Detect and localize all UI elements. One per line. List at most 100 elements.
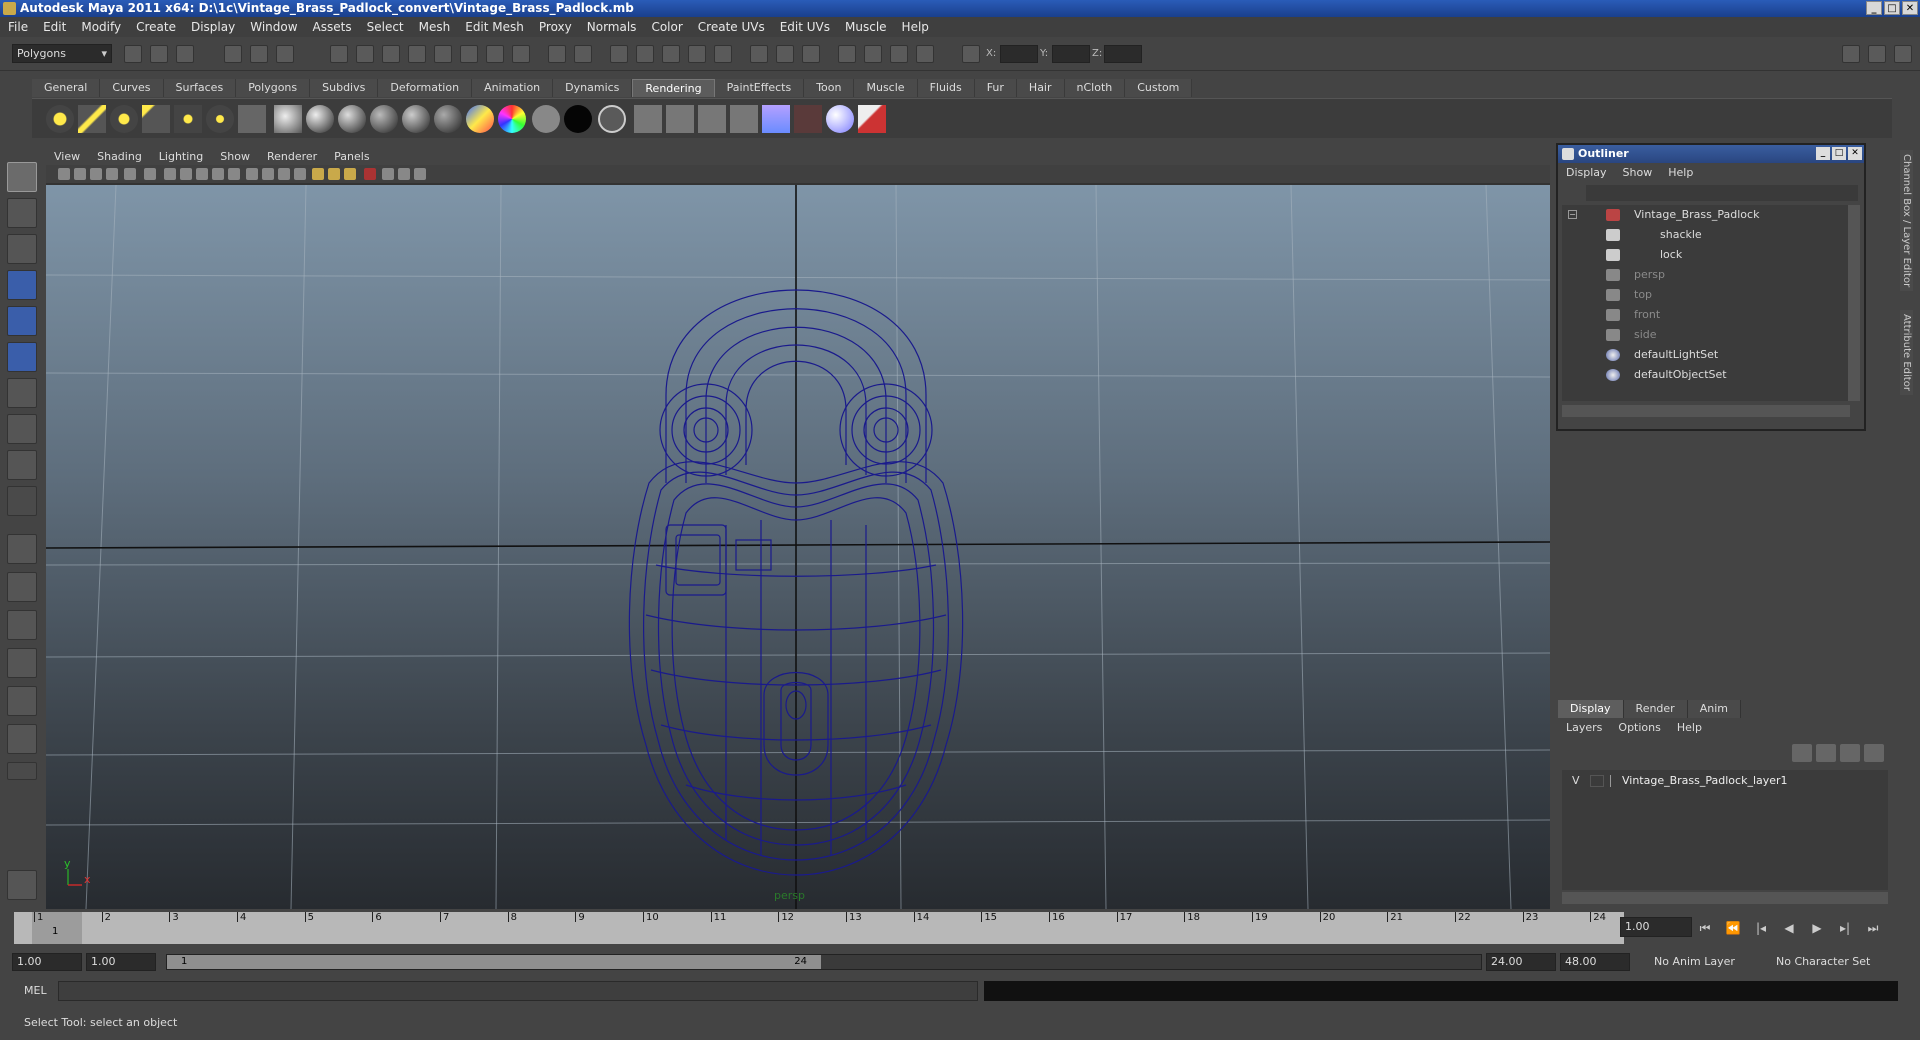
history-icon[interactable] (750, 45, 768, 63)
anim-layer-dropdown[interactable]: No Anim Layer (1650, 953, 1758, 971)
menu-proxy[interactable]: Proxy (539, 20, 572, 34)
render-view-shelf-icon[interactable] (634, 105, 662, 133)
menu-edit-mesh[interactable]: Edit Mesh (465, 20, 524, 34)
soft-modification-icon[interactable] (7, 414, 37, 444)
snap-view-plane-icon[interactable] (688, 45, 706, 63)
character-set-dropdown[interactable]: No Character Set (1772, 953, 1880, 971)
step-forward-frame-icon[interactable]: ▸| (1834, 919, 1856, 937)
open-scene-icon[interactable] (150, 45, 168, 63)
camera-icon[interactable] (238, 105, 266, 133)
rotate-tool-icon[interactable] (7, 306, 37, 336)
outliner-item[interactable]: shackle (1562, 225, 1850, 245)
menu-normals[interactable]: Normals (587, 20, 637, 34)
shelf-tab-rendering[interactable]: Rendering (632, 79, 715, 97)
play-forwards-icon[interactable]: ▶ (1806, 919, 1828, 937)
viewport-canvas[interactable]: y x (46, 185, 1550, 909)
menu-modify[interactable]: Modify (81, 20, 121, 34)
film-gate-icon[interactable] (144, 168, 156, 180)
shelf-tab-toon[interactable]: Toon (804, 79, 855, 97)
bookmark-icon[interactable] (90, 168, 102, 180)
outliner-vertical-scrollbar[interactable] (1848, 205, 1860, 401)
input-field-mode-icon[interactable] (962, 45, 980, 63)
render-current-icon[interactable] (864, 45, 882, 63)
range-slider[interactable]: 1 24 (166, 954, 1482, 970)
outliner-filter-field[interactable] (1586, 185, 1858, 201)
attribute-editor-tab[interactable]: Attribute Editor (1900, 310, 1913, 395)
move-tool-icon[interactable] (7, 270, 37, 300)
layered-shader-icon[interactable] (466, 105, 494, 133)
layer-row[interactable]: V Vintage_Brass_Padlock_layer1 (1564, 772, 1884, 790)
render-current-shelf-icon[interactable] (666, 105, 694, 133)
shelf-tab-painteffects[interactable]: PaintEffects (714, 79, 805, 97)
outliner-item[interactable]: persp (1562, 265, 1850, 285)
layer-menu-help[interactable]: Help (1677, 721, 1702, 734)
menu-create[interactable]: Create (136, 20, 176, 34)
use-all-lights-icon[interactable] (328, 168, 340, 180)
outliner-maximize-button[interactable]: □ (1832, 147, 1846, 160)
use-default-lighting-icon[interactable] (312, 168, 324, 180)
select-misc-icon[interactable] (512, 45, 530, 63)
outliner-item[interactable]: side (1562, 325, 1850, 345)
select-handles-icon[interactable] (330, 45, 348, 63)
ramp-shader-icon[interactable] (498, 105, 526, 133)
phong-material-icon[interactable] (370, 105, 398, 133)
xray-joints-icon[interactable] (398, 168, 410, 180)
select-hierarchy-icon[interactable] (224, 45, 242, 63)
field-chart-icon[interactable] (196, 168, 208, 180)
z-field[interactable] (1104, 45, 1142, 63)
ipr-render-icon[interactable] (890, 45, 908, 63)
outliner-horizontal-scrollbar[interactable] (1562, 405, 1850, 417)
menu-edit[interactable]: Edit (43, 20, 66, 34)
vp-menu-show[interactable]: Show (220, 150, 250, 163)
layer-menu-options[interactable]: Options (1618, 721, 1660, 734)
shelf-tab-animation[interactable]: Animation (472, 79, 554, 97)
show-manipulator-icon[interactable] (7, 450, 37, 480)
layer-color-swatch[interactable] (1610, 775, 1620, 787)
layer-tab-render[interactable]: Render (1623, 700, 1688, 718)
outliner-minimize-button[interactable]: _ (1816, 147, 1830, 160)
layer-visibility-toggle[interactable]: V (1572, 772, 1580, 790)
create-empty-layer-icon[interactable] (1840, 744, 1860, 762)
select-dynamics-icon[interactable] (460, 45, 478, 63)
outliner-menu-display[interactable]: Display (1566, 166, 1607, 179)
gate-mask-icon[interactable] (180, 168, 192, 180)
menu-muscle[interactable]: Muscle (845, 20, 887, 34)
mel-label[interactable]: MEL (24, 984, 47, 997)
grid-toggle-icon[interactable] (124, 168, 136, 180)
shelf-tab-polygons[interactable]: Polygons (236, 79, 311, 97)
safe-action-icon[interactable] (212, 168, 224, 180)
select-tool-icon[interactable] (7, 162, 37, 192)
lambert-material-icon[interactable] (306, 105, 334, 133)
select-joints-icon[interactable] (356, 45, 374, 63)
use-background-icon[interactable] (564, 105, 592, 133)
render-view-icon[interactable] (838, 45, 856, 63)
outliner-item[interactable]: front (1562, 305, 1850, 325)
snap-curve-icon[interactable] (636, 45, 654, 63)
ambient-light-icon[interactable] (46, 105, 74, 133)
outliner-persp-layout-icon[interactable] (7, 610, 37, 640)
go-to-start-icon[interactable]: ⏮ (1694, 919, 1716, 937)
vp-menu-view[interactable]: View (54, 150, 80, 163)
menu-file[interactable]: File (8, 20, 28, 34)
smooth-shade-icon[interactable] (262, 168, 274, 180)
spot-light-icon[interactable] (142, 105, 170, 133)
snap-point-icon[interactable] (662, 45, 680, 63)
shelf-tab-surfaces[interactable]: Surfaces (163, 79, 237, 97)
outliner-close-button[interactable]: ✕ (1848, 147, 1862, 160)
channel-box-tab[interactable]: Channel Box / Layer Editor (1900, 150, 1913, 292)
outliner-menu-help[interactable]: Help (1668, 166, 1693, 179)
universal-manipulator-icon[interactable] (7, 378, 37, 408)
shelf-tab-dynamics[interactable]: Dynamics (553, 79, 633, 97)
blinn-material-icon[interactable] (338, 105, 366, 133)
time-slider[interactable]: 1 1 2 3 4 5 6 7 8 9 10 11 12 13 14 15 16 17 18 19 20 21 22 23 2… (14, 912, 1624, 944)
snap-grid-icon[interactable] (610, 45, 628, 63)
play-backwards-icon[interactable]: ◀ (1778, 919, 1800, 937)
outliner-menu-show[interactable]: Show (1623, 166, 1653, 179)
move-layer-down-icon[interactable] (1816, 744, 1836, 762)
shelf-tab-fluids[interactable]: Fluids (917, 79, 975, 97)
step-back-key-icon[interactable]: ⏪ (1722, 919, 1744, 937)
outliner-item[interactable]: defaultLightSet (1562, 345, 1850, 365)
menu-set-dropdown[interactable]: Polygons (12, 44, 112, 63)
graph-persp-layout-icon[interactable] (7, 648, 37, 678)
shelf-tab-custom[interactable]: Custom (1125, 79, 1193, 97)
